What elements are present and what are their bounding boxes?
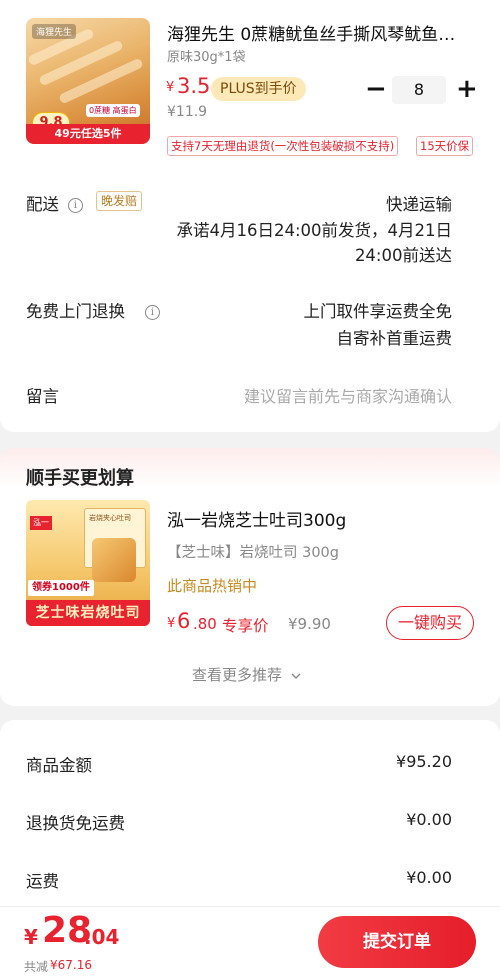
image-promo-bar: 49元任选5件: [26, 124, 150, 144]
plus-button[interactable]: +: [456, 76, 478, 102]
product-card: 海狸先生 0蔗糖 高蛋白 9.8 49元任选5件 海狸先生 0蔗糖鱿鱼丝手撕风琴…: [0, 0, 500, 432]
return-policy-tag: 支持7天无理由退货(一次性包装破损不支持): [167, 136, 399, 156]
message-label: 留言: [26, 387, 59, 406]
recommend-exclusive-label: 专享价: [222, 617, 269, 635]
returns-label: 免费上门退换: [26, 302, 125, 321]
chevron-down-icon: [291, 666, 301, 684]
price-protect-tag: 15天价保: [416, 136, 474, 156]
delivery-label: 配送: [26, 195, 59, 214]
info-icon[interactable]: i: [68, 193, 83, 213]
return-freight-value: ¥0.00: [406, 810, 452, 829]
recommend-hot-text: 此商品热销中: [167, 577, 258, 595]
goods-amount-value: ¥95.20: [396, 752, 452, 771]
recommend-logo: 泓一: [30, 516, 52, 530]
returns-line1: 上门取件享运费全免: [303, 302, 453, 321]
recommend-item-variant[interactable]: 【芝士味】岩烧吐司 300g: [167, 541, 339, 562]
recommend-price-int: 6: [177, 609, 191, 633]
recommend-title: 顺手买更划算: [26, 468, 134, 489]
delivery-method[interactable]: 快递运输: [386, 191, 452, 215]
late-ship-tag: 晚发赔: [96, 191, 143, 211]
see-more-label: 查看更多推荐: [192, 666, 283, 684]
goods-amount-label: 商品金额: [26, 756, 92, 775]
recommend-original-price: ¥9.90: [288, 615, 331, 633]
checkout-bar: ¥ 28 .04 共减 ¥67.16 提交订单: [0, 906, 500, 976]
product-price: 3.5: [177, 74, 211, 98]
recommend-count-tag: 领券1000件: [28, 580, 94, 596]
total-symbol: ¥: [24, 925, 38, 949]
returns-info-icon[interactable]: i: [145, 300, 160, 320]
total-dec: .04: [84, 925, 120, 949]
one-click-buy-button[interactable]: 一键购买: [386, 606, 474, 640]
image-tag-text: 0蔗糖 高蛋白: [86, 104, 140, 117]
recommend-card: 顺手买更划算 泓一 岩烧夹心吐司 领券1000件 芝士味岩烧吐司 泓一岩烧芝士吐…: [0, 448, 500, 706]
see-more-link[interactable]: 查看更多推荐: [192, 664, 301, 685]
shipping-label: 运费: [26, 872, 59, 891]
product-image[interactable]: 海狸先生 0蔗糖 高蛋白 9.8 49元任选5件: [26, 18, 150, 144]
shipping-value: ¥0.00: [406, 868, 452, 887]
saved-label: 共减: [24, 960, 49, 974]
product-title[interactable]: 海狸先生 0蔗糖鱿鱼丝手撕风琴鱿鱼…: [167, 20, 455, 45]
recommend-box-text: 岩烧夹心吐司: [89, 514, 131, 522]
recommend-price-dec: .80: [193, 615, 217, 633]
image-brand-text: 海狸先生: [32, 24, 77, 39]
recommend-image-bottom: 芝士味岩烧吐司: [26, 600, 150, 626]
product-variant[interactable]: 原味30g*1袋: [167, 46, 246, 65]
plus-price-tag: PLUS到手价: [211, 77, 306, 101]
recommend-image[interactable]: 泓一 岩烧夹心吐司 领券1000件 芝士味岩烧吐司: [26, 500, 150, 626]
saved-value: ¥67.16: [50, 958, 92, 972]
original-price: ¥11.9: [167, 104, 208, 120]
message-input[interactable]: 建议留言前先与商家沟通确认: [244, 383, 452, 407]
submit-order-button[interactable]: 提交订单: [318, 916, 476, 968]
quantity-input[interactable]: 8: [392, 76, 446, 104]
delivery-promise-line1: 承诺4月16日24:00前发货，4月21日: [176, 221, 452, 240]
returns-line2: 自寄补首重运费: [336, 329, 453, 348]
return-freight-label: 退换货免运费: [26, 814, 125, 833]
minus-button[interactable]: −: [365, 76, 387, 102]
recommend-item-title[interactable]: 泓一岩烧芝士吐司300g: [167, 506, 346, 531]
price-symbol: ¥: [166, 80, 175, 95]
recommend-price-symbol: ¥: [167, 616, 176, 631]
delivery-promise-line2: 24:00前送达: [354, 246, 452, 265]
